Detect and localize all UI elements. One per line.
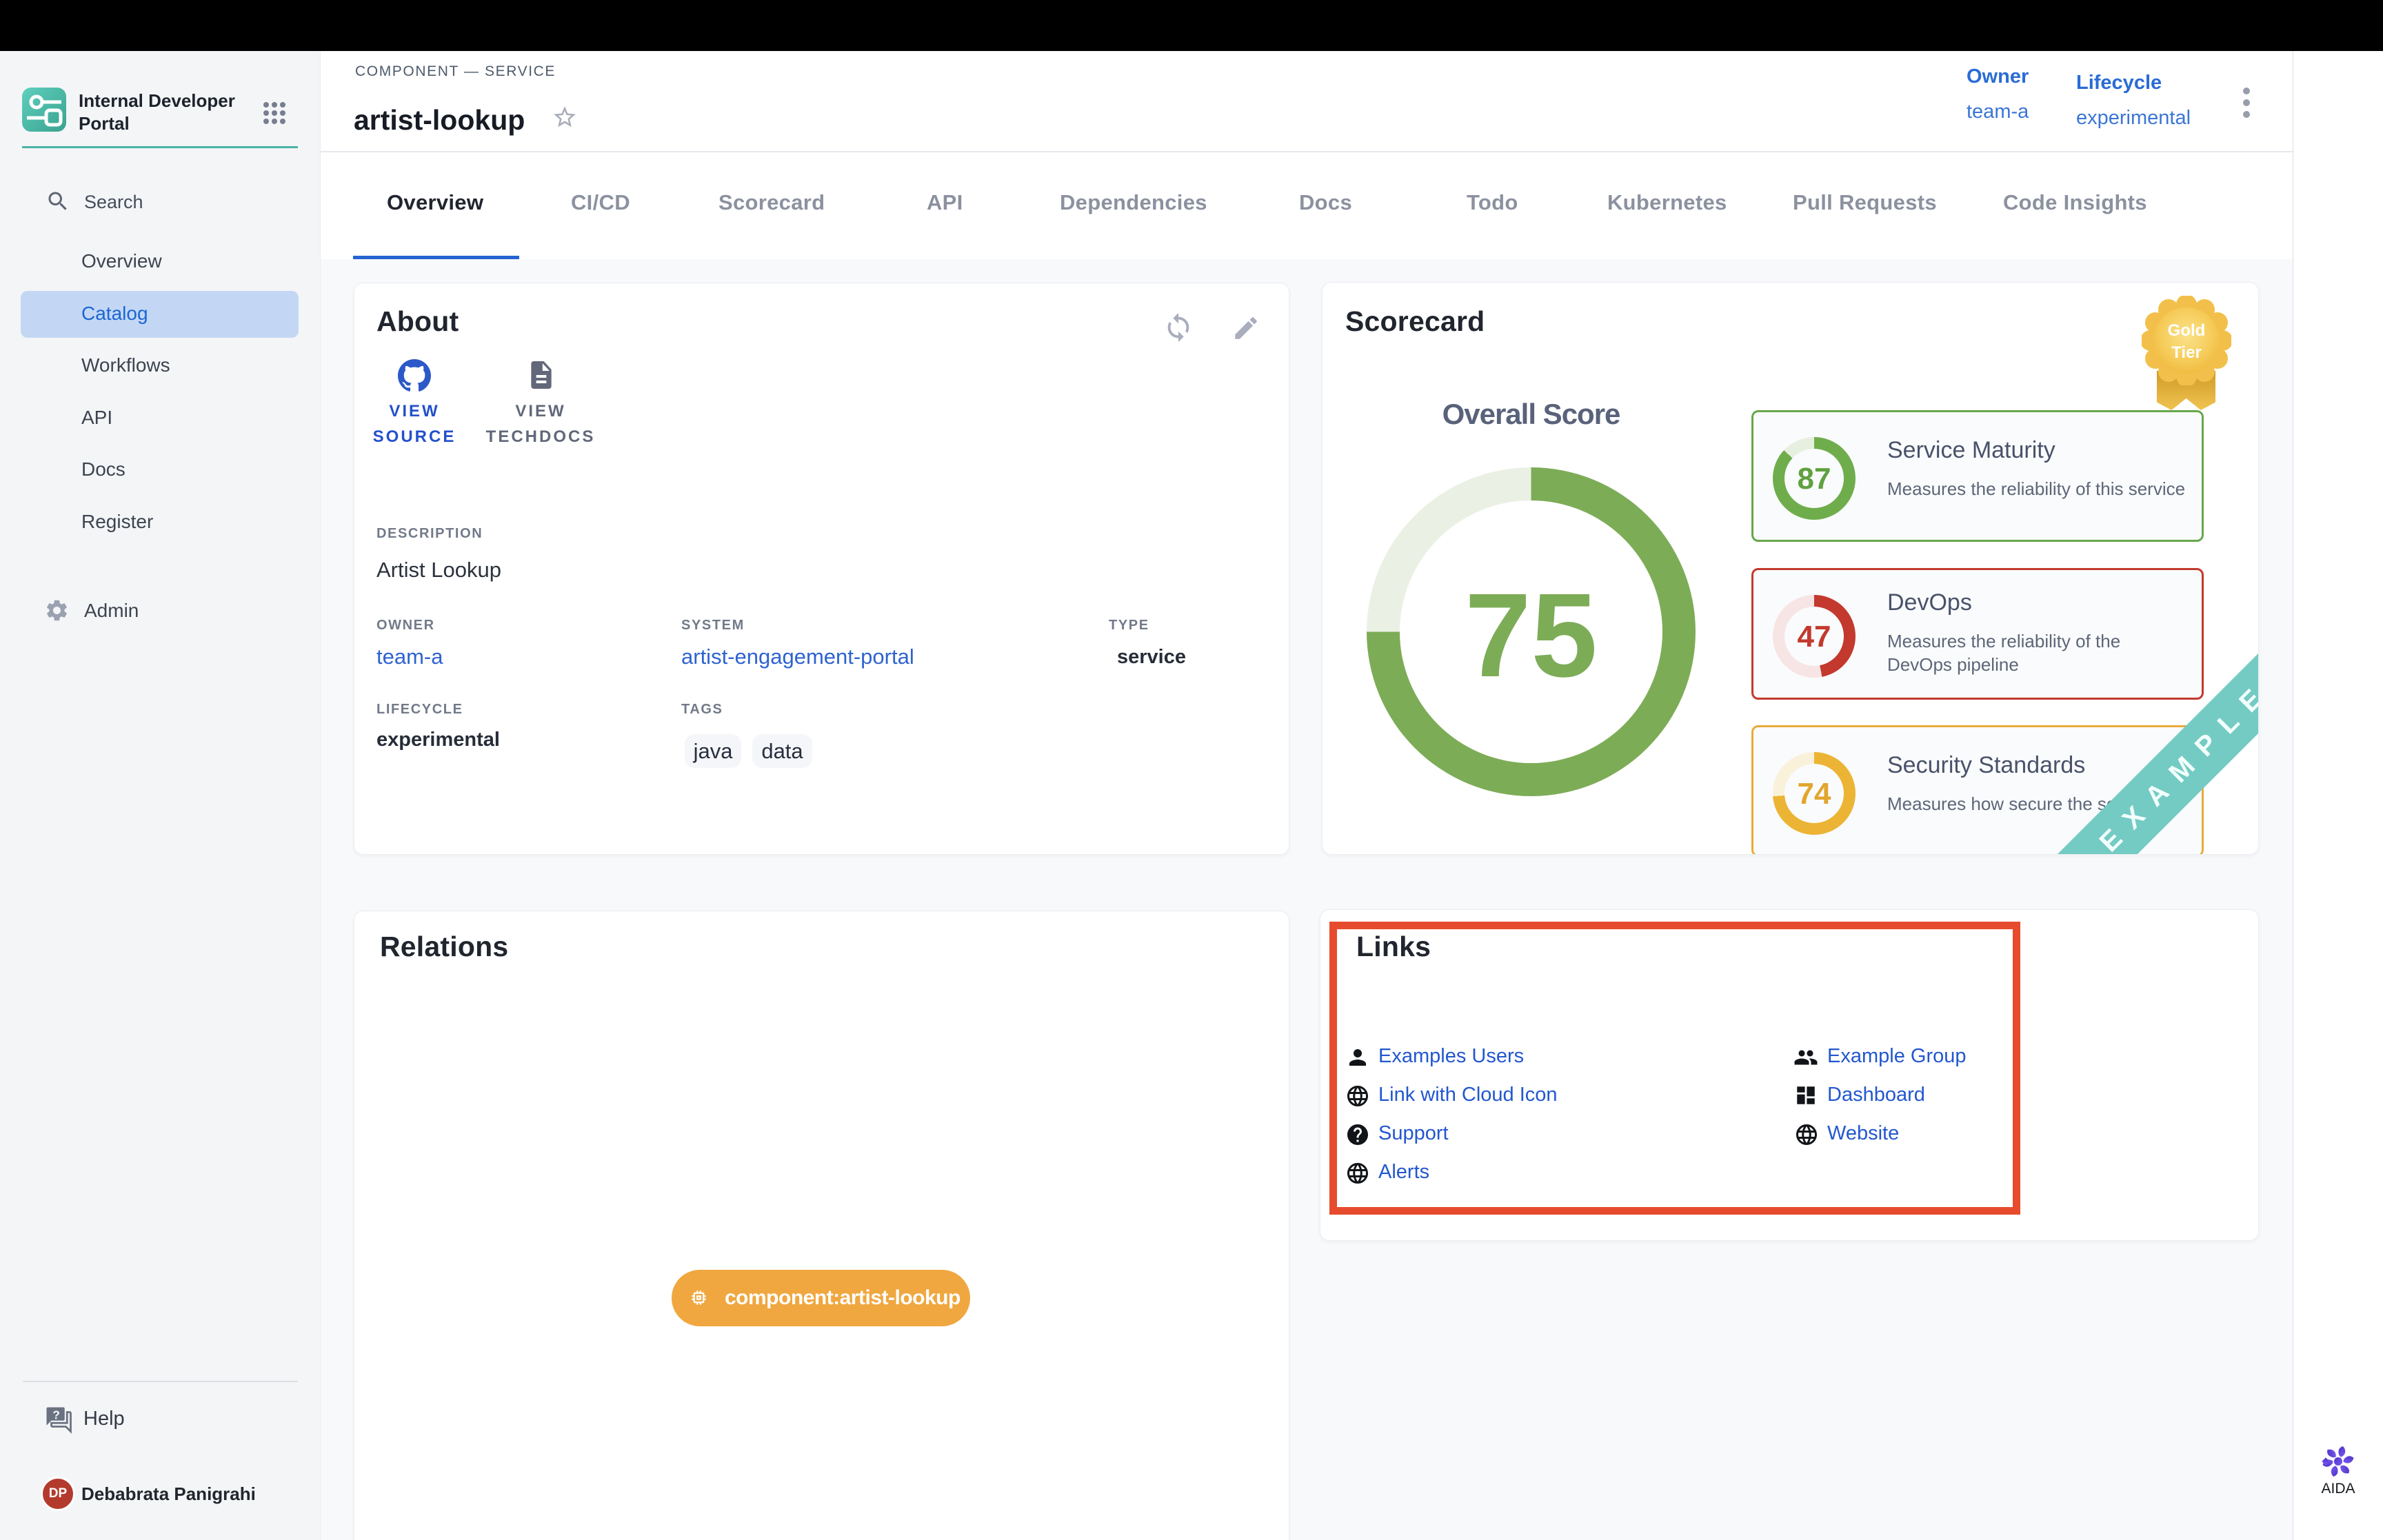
svg-text:?: ? — [52, 1408, 60, 1421]
svg-text:Gold: Gold — [2168, 321, 2206, 340]
svg-text:Tier: Tier — [2171, 343, 2202, 362]
